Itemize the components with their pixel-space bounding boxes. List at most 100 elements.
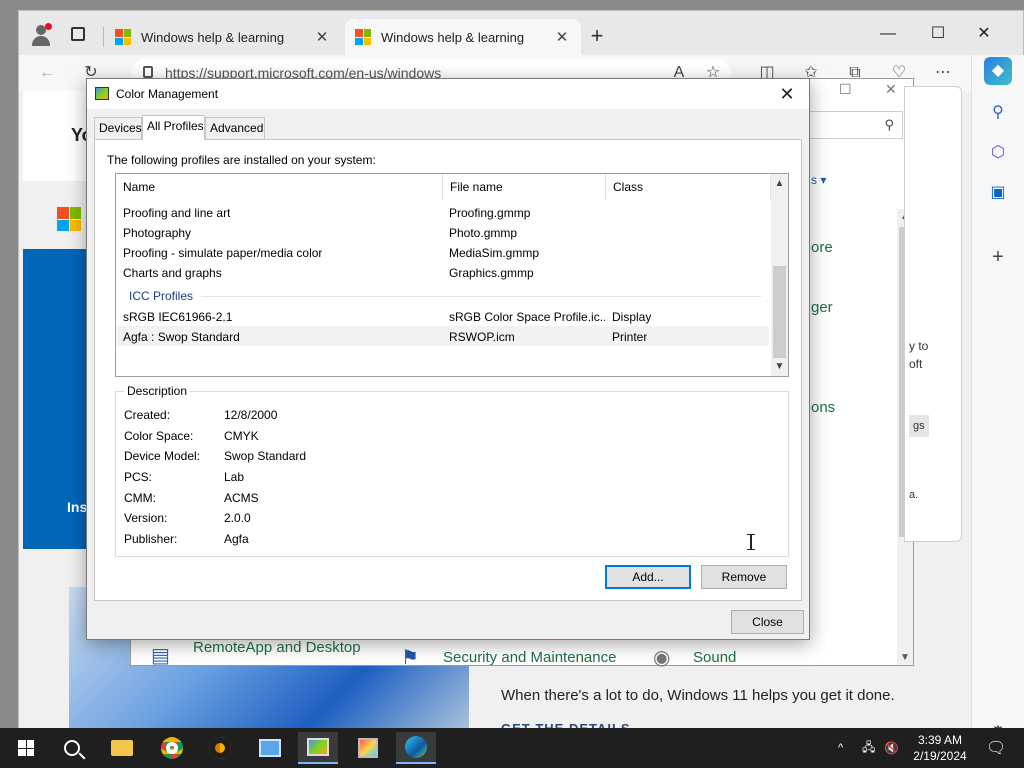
color-management-icon bbox=[95, 87, 109, 100]
control-panel-icon[interactable] bbox=[250, 732, 290, 764]
profile-list-scrollbar[interactable]: ▲ ▼ bbox=[771, 174, 788, 376]
search-icon: ⚲ bbox=[884, 117, 894, 132]
clock-time: 3:39 AM bbox=[917, 733, 963, 747]
copilot-icon[interactable]: ◆ bbox=[984, 57, 1012, 85]
minimize-icon[interactable]: — bbox=[865, 19, 911, 49]
shopping-icon[interactable]: ⬡ bbox=[984, 139, 1012, 167]
cp-link-3[interactable]: ons bbox=[811, 399, 835, 416]
settings-app-icon[interactable] bbox=[348, 732, 388, 764]
created-value: 12/8/2000 bbox=[224, 408, 278, 422]
description-legend: Description bbox=[124, 384, 191, 398]
cmm-label: CMM: bbox=[124, 491, 156, 505]
tab-title: Windows help & learning bbox=[381, 29, 525, 45]
close-tab-icon[interactable]: ✕ bbox=[553, 28, 571, 46]
more-menu-icon[interactable]: ⋯ bbox=[929, 59, 957, 87]
cp-item-sound[interactable]: Sound bbox=[693, 649, 736, 666]
start-menu-icon[interactable] bbox=[6, 732, 46, 764]
add-sidebar-icon[interactable]: + bbox=[984, 243, 1012, 271]
microsoft-logo-icon bbox=[115, 29, 131, 45]
page-tagline: When there's a lot to do, Windows 11 hel… bbox=[501, 687, 895, 704]
side-text-1: y to bbox=[909, 339, 929, 353]
side-button[interactable]: gs bbox=[909, 415, 929, 437]
microsoft-logo-icon[interactable] bbox=[57, 207, 81, 231]
side-panel: y to oft gs a. bbox=[904, 86, 962, 542]
side-text-3: a. bbox=[909, 489, 919, 501]
dialog-close-icon[interactable]: ✕ bbox=[765, 79, 809, 109]
view-by-chevron-icon[interactable]: s ▾ bbox=[811, 173, 826, 187]
chrome-icon[interactable] bbox=[152, 732, 192, 764]
microsoft-logo-icon bbox=[355, 29, 371, 45]
icc-profiles-group-header[interactable]: ICC Profiles bbox=[129, 289, 193, 303]
color-management-taskbar-icon[interactable] bbox=[298, 732, 338, 764]
side-text-2: oft bbox=[909, 357, 923, 371]
new-tab-icon[interactable]: + bbox=[585, 25, 609, 47]
column-header-file[interactable]: File name bbox=[443, 174, 606, 200]
browser-tab-1[interactable]: Windows help & learning ✕ bbox=[105, 19, 341, 55]
version-value: 2.0.0 bbox=[224, 511, 251, 525]
taskbar-clock[interactable]: 3:39 AM 2/19/2024 bbox=[900, 732, 980, 764]
cp-link-1[interactable]: ore bbox=[811, 239, 833, 256]
profile-icon[interactable] bbox=[29, 23, 53, 47]
speaker-icon: ◉ bbox=[653, 647, 671, 669]
publisher-label: Publisher: bbox=[124, 532, 178, 546]
back-icon[interactable]: ← bbox=[33, 59, 61, 87]
chrome-canary-icon[interactable] bbox=[200, 732, 240, 764]
clock-date: 2/19/2024 bbox=[913, 749, 967, 763]
dialog-title: Color Management bbox=[116, 87, 219, 101]
network-icon[interactable]: 🖧 bbox=[862, 728, 875, 768]
scroll-down-icon[interactable]: ▼ bbox=[897, 652, 913, 663]
column-header-name[interactable]: Name bbox=[116, 174, 443, 200]
close-window-icon[interactable]: ✕ bbox=[961, 19, 1007, 49]
browser-tab-2[interactable]: Windows help & learning ✕ bbox=[345, 19, 581, 55]
edge-sidebar: ◆ ⚲ ⬡ ▣ + ⚙ bbox=[971, 55, 1024, 741]
outlook-icon[interactable]: ▣ bbox=[984, 179, 1012, 207]
color-space-value: CMYK bbox=[224, 429, 259, 443]
cp-search-input[interactable]: ⚲ bbox=[807, 111, 903, 139]
description-group: Description Created: 12/8/2000 Color Spa… bbox=[115, 384, 789, 557]
tab-all-profiles[interactable]: All Profiles bbox=[142, 115, 205, 140]
tab-title: Windows help & learning bbox=[141, 29, 285, 45]
dialog-titlebar[interactable]: Color Management ✕ bbox=[87, 79, 809, 109]
cp-close-icon[interactable]: ✕ bbox=[885, 81, 897, 98]
security-flag-icon: ⚑ bbox=[401, 647, 419, 669]
tab-actions-icon[interactable] bbox=[71, 27, 85, 41]
volume-icon[interactable]: 🔇 bbox=[884, 728, 899, 768]
created-label: Created: bbox=[124, 408, 171, 422]
scroll-thumb[interactable] bbox=[773, 266, 786, 358]
maximize-icon[interactable]: ☐ bbox=[915, 19, 961, 49]
close-tab-icon[interactable]: ✕ bbox=[313, 28, 331, 46]
show-hidden-icons[interactable]: ^ bbox=[838, 728, 843, 768]
cp-maximize-icon[interactable]: ☐ bbox=[839, 81, 852, 98]
remove-button[interactable]: Remove bbox=[701, 565, 787, 589]
profile-list[interactable]: Name File name Class Proofing and line a… bbox=[115, 173, 789, 377]
file-explorer-icon[interactable] bbox=[102, 732, 142, 764]
add-button[interactable]: Add... bbox=[605, 565, 691, 589]
taskbar-search-icon[interactable] bbox=[52, 732, 92, 764]
tab-strip: Windows help & learning ✕ Windows help &… bbox=[19, 11, 1023, 55]
cp-item-remoteapp[interactable]: RemoteApp and Desktop bbox=[193, 639, 361, 656]
tab-separator bbox=[103, 27, 104, 47]
search-sidebar-icon[interactable]: ⚲ bbox=[984, 99, 1012, 127]
scroll-up-icon[interactable]: ▲ bbox=[771, 178, 788, 189]
cp-item-security[interactable]: Security and Maintenance bbox=[443, 649, 616, 666]
cmm-value: ACMS bbox=[224, 491, 259, 505]
close-button[interactable]: Close bbox=[731, 610, 804, 634]
edge-taskbar-icon[interactable] bbox=[396, 732, 436, 764]
remoteapp-icon: ▤ bbox=[151, 645, 170, 667]
pcs-label: PCS: bbox=[124, 470, 153, 484]
device-model-label: Device Model: bbox=[124, 449, 201, 463]
color-management-dialog: Color Management ✕ Devices All Profiles … bbox=[86, 78, 810, 640]
device-model-value: Swop Standard bbox=[224, 449, 307, 463]
hero-text: Ins bbox=[67, 499, 88, 515]
scroll-down-icon[interactable]: ▼ bbox=[771, 361, 788, 372]
column-header-class[interactable]: Class bbox=[606, 174, 771, 200]
publisher-value: Agfa bbox=[224, 532, 249, 546]
notifications-icon[interactable]: 🗨 bbox=[986, 728, 1006, 768]
lock-icon bbox=[143, 66, 153, 78]
cp-link-2[interactable]: ger bbox=[811, 299, 833, 316]
taskbar: ^ 🖧 🔇 3:39 AM 2/19/2024 🗨 bbox=[0, 728, 1024, 768]
tab-devices[interactable]: Devices bbox=[94, 117, 142, 139]
tab-advanced[interactable]: Advanced bbox=[205, 117, 265, 139]
version-label: Version: bbox=[124, 511, 168, 525]
color-space-label: Color Space: bbox=[124, 429, 194, 443]
